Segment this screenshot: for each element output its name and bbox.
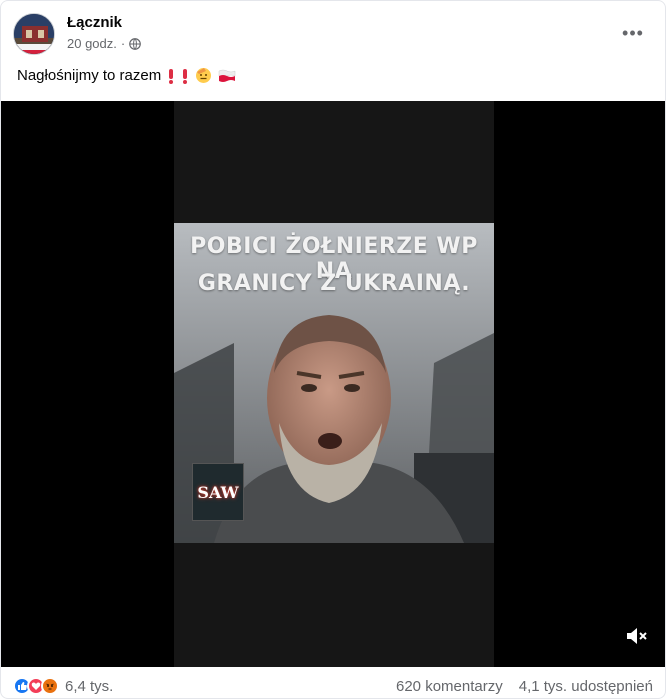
reaction-count[interactable]: 6,4 tys. [65,678,113,695]
video-player[interactable]: SAW POBICI ŻOŁNIERZE WP NA GRANICY Z UKR… [1,101,665,667]
exclamation-icon [181,68,189,84]
shares-count[interactable]: 4,1 tys. udostępnień [519,678,653,695]
post-meta: 20 godz. · [67,36,142,51]
video-caption-line-2: GRANICY Z UKRAINĄ. [197,271,471,296]
saluting-face-icon [195,67,212,84]
post-header: Łącznik 20 godz. · ••• [13,13,653,55]
post-footer: 6,4 tys. 620 komentarzy 4,1 tys. udostęp… [13,673,653,698]
poland-flag-icon [218,69,236,83]
angry-icon [41,677,59,695]
logo-text: SAW [197,482,239,502]
author-name[interactable]: Łącznik [67,14,122,31]
facebook-post: Łącznik 20 godz. · ••• Nagłośnijmy to ra… [0,0,666,699]
reactions-summary[interactable]: 6,4 tys. [13,677,113,695]
post-caption: Nagłośnijmy to razem [17,67,236,84]
globe-icon [129,37,142,50]
speaker-muted-icon [627,628,647,644]
video-frame: SAW POBICI ŻOŁNIERZE WP NA GRANICY Z UKR… [174,101,494,667]
channel-logo: SAW [192,463,244,521]
post-time[interactable]: 20 godz. [67,36,117,51]
more-options-button[interactable]: ••• [617,17,649,49]
mute-button[interactable] [623,623,649,649]
comments-count[interactable]: 620 komentarzy [396,678,503,695]
exclamation-icon [167,68,175,84]
meta-separator: · [120,36,126,51]
caption-text: Nagłośnijmy to razem [17,67,162,84]
avatar[interactable] [13,13,55,55]
